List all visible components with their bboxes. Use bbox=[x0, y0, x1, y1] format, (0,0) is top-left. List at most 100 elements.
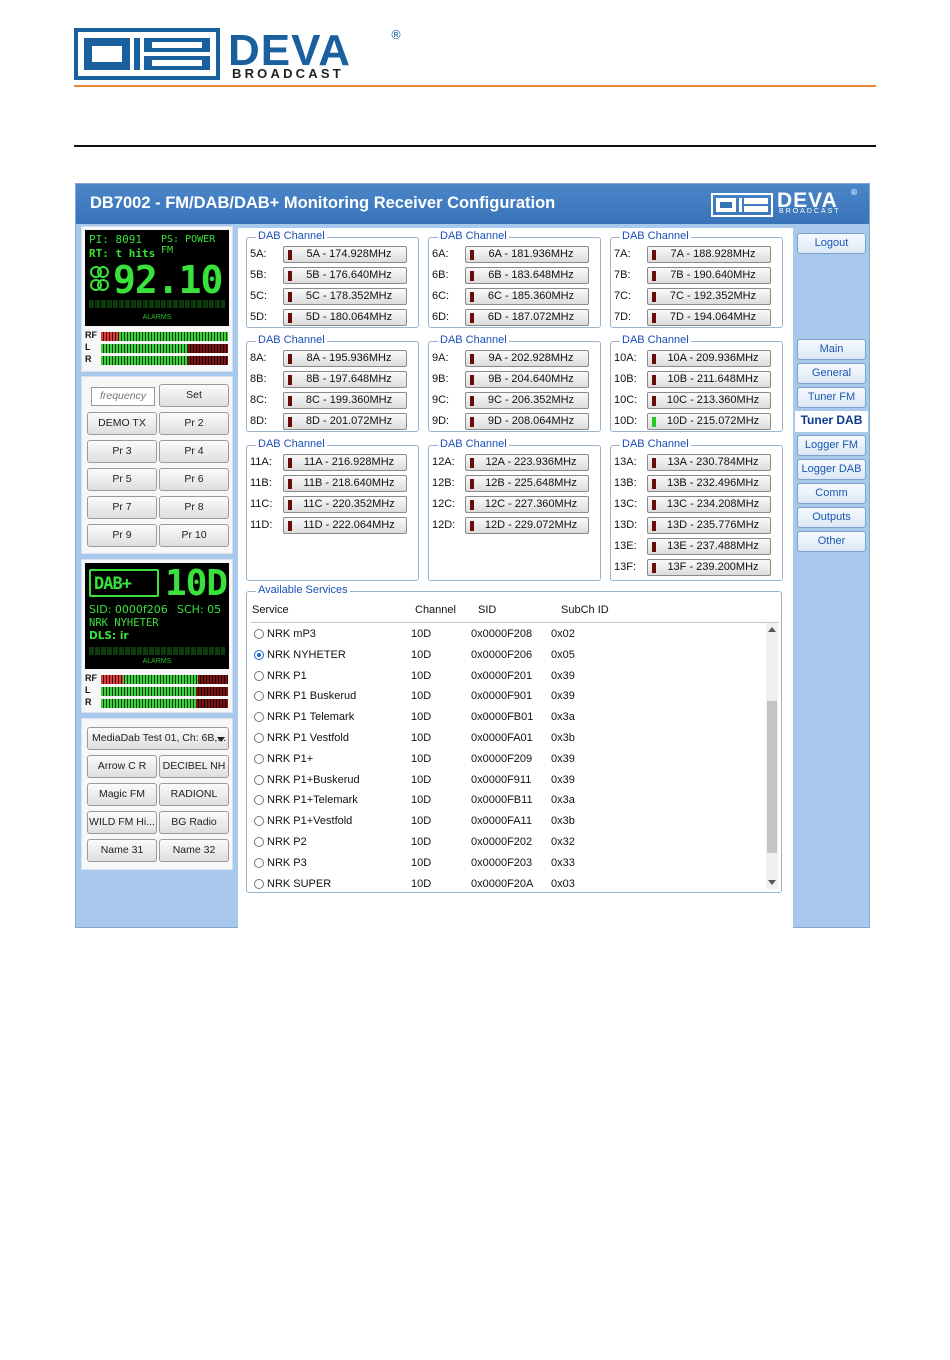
service-row[interactable]: NRK NYHETER 10D 0x0000F206 0x05 bbox=[251, 646, 766, 666]
dab-channel-button[interactable]: 13E - 237.488MHz bbox=[647, 538, 771, 555]
dab-preset-button[interactable]: WILD FM Hi... bbox=[87, 811, 157, 834]
service-radio[interactable] bbox=[254, 837, 264, 847]
service-row[interactable]: NRK P1 Vestfold 10D 0x0000FA01 0x3b bbox=[251, 729, 766, 749]
frequency-input[interactable]: frequency bbox=[91, 387, 155, 406]
dab-preset-button[interactable]: Name 31 bbox=[87, 839, 157, 862]
dab-channel-button[interactable]: 7D - 194.064MHz bbox=[647, 309, 771, 326]
dab-channel-button[interactable]: 11C - 220.352MHz bbox=[283, 496, 407, 513]
service-row[interactable]: NRK P1+Vestfold 10D 0x0000FA11 0x3b bbox=[251, 812, 766, 832]
service-row[interactable]: NRK P1 10D 0x0000F201 0x39 bbox=[251, 667, 766, 687]
dab-channel-button[interactable]: 11B - 218.640MHz bbox=[283, 475, 407, 492]
service-row[interactable]: NRK P1 Telemark 10D 0x0000FB01 0x3a bbox=[251, 708, 766, 728]
dab-channel-button[interactable]: 12D - 229.072MHz bbox=[465, 517, 589, 534]
service-row[interactable]: NRK P1+Telemark 10D 0x0000FB11 0x3a bbox=[251, 791, 766, 811]
service-row[interactable]: NRK SUPER 10D 0x0000F20A 0x03 bbox=[251, 875, 766, 890]
service-radio[interactable] bbox=[254, 629, 264, 639]
dab-channel-button[interactable]: 8B - 197.648MHz bbox=[283, 371, 407, 388]
nav-item[interactable]: Logger FM bbox=[797, 435, 866, 456]
service-radio[interactable] bbox=[254, 691, 264, 702]
fm-preset-button[interactable]: Pr 2 bbox=[159, 412, 229, 435]
service-radio[interactable] bbox=[254, 857, 264, 868]
set-frequency-button[interactable]: Set bbox=[159, 384, 229, 407]
fm-preset-button[interactable]: Pr 9 bbox=[87, 524, 157, 547]
dab-channel-button[interactable]: 7C - 192.352MHz bbox=[647, 288, 771, 305]
dab-channel-button[interactable]: 7A - 188.928MHz bbox=[647, 246, 771, 263]
service-row[interactable]: NRK P1+ 10D 0x0000F209 0x39 bbox=[251, 750, 766, 770]
service-row[interactable]: NRK P2 10D 0x0000F202 0x32 bbox=[251, 833, 766, 853]
scroll-down-icon[interactable] bbox=[768, 880, 776, 885]
service-radio[interactable] bbox=[254, 712, 264, 723]
dab-channel-button[interactable]: 11A - 216.928MHz bbox=[283, 454, 407, 471]
dab-channel-button[interactable]: 12B - 225.648MHz bbox=[465, 475, 589, 492]
dab-preset-button[interactable]: Name 32 bbox=[159, 839, 229, 862]
dab-channel-button[interactable]: 6A - 181.936MHz bbox=[465, 246, 589, 263]
nav-item[interactable]: General bbox=[797, 363, 866, 384]
nav-item[interactable]: Tuner FM bbox=[797, 387, 866, 408]
dab-channel-button[interactable]: 13B - 232.496MHz bbox=[647, 475, 771, 492]
dab-channel-button[interactable]: 10B - 211.648MHz bbox=[647, 371, 771, 388]
dab-channel-button[interactable]: 8A - 195.936MHz bbox=[283, 350, 407, 367]
dab-preset-button[interactable]: Magic FM bbox=[87, 783, 157, 806]
dab-channel-button[interactable]: 11D - 222.064MHz bbox=[283, 517, 407, 534]
fm-preset-button[interactable]: Pr 3 bbox=[87, 440, 157, 463]
service-radio[interactable] bbox=[254, 670, 264, 681]
dab-channel-button[interactable]: 7B - 190.640MHz bbox=[647, 267, 771, 284]
dab-channel-button[interactable]: 5A - 174.928MHz bbox=[283, 246, 407, 263]
service-row[interactable]: NRK mP3 10D 0x0000F208 0x02 bbox=[251, 625, 766, 645]
dab-channel-button[interactable]: 13A - 230.784MHz bbox=[647, 454, 771, 471]
service-radio[interactable] bbox=[254, 774, 264, 785]
dab-preset-button[interactable]: DECIBEL NH bbox=[159, 755, 229, 778]
fm-preset-button[interactable]: Pr 10 bbox=[159, 524, 229, 547]
nav-item[interactable]: Tuner DAB bbox=[795, 411, 868, 432]
service-row[interactable]: NRK P3 10D 0x0000F203 0x33 bbox=[251, 854, 766, 874]
dab-channel-button[interactable]: 5B - 176.640MHz bbox=[283, 267, 407, 284]
dab-channel-button[interactable]: 10A - 209.936MHz bbox=[647, 350, 771, 367]
nav-item[interactable]: Other bbox=[797, 531, 866, 552]
dab-channel-button[interactable]: 9D - 208.064MHz bbox=[465, 413, 589, 430]
scroll-up-icon[interactable] bbox=[768, 627, 776, 632]
logout-button[interactable]: Logout bbox=[797, 233, 866, 254]
nav-item[interactable]: Main bbox=[797, 339, 866, 360]
dab-ensemble-select[interactable]: MediaDab Test 01, Ch: 6B,... bbox=[87, 727, 229, 750]
fm-preset-button[interactable]: Pr 6 bbox=[159, 468, 229, 491]
dab-channel-button[interactable]: 8D - 201.072MHz bbox=[283, 413, 407, 430]
dab-channel-button[interactable]: 5C - 178.352MHz bbox=[283, 288, 407, 305]
services-list[interactable]: NRK mP3 10D 0x0000F208 0x02 NRK NYHETER 10D 0x… bbox=[251, 622, 779, 890]
dab-channel-button[interactable]: 5D - 180.064MHz bbox=[283, 309, 407, 326]
service-radio[interactable] bbox=[254, 753, 264, 764]
dab-channel-button[interactable]: 10C - 213.360MHz bbox=[647, 392, 771, 409]
fm-preset-button[interactable]: Pr 8 bbox=[159, 496, 229, 519]
fm-preset-button[interactable]: Pr 4 bbox=[159, 440, 229, 463]
scroll-thumb[interactable] bbox=[767, 701, 777, 853]
dab-preset-button[interactable]: Arrow C R bbox=[87, 755, 157, 778]
service-radio[interactable] bbox=[254, 795, 264, 806]
nav-item[interactable]: Logger DAB bbox=[797, 459, 866, 480]
dab-channel-button[interactable]: 8C - 199.360MHz bbox=[283, 392, 407, 409]
service-radio[interactable] bbox=[254, 733, 264, 743]
dab-channel-button[interactable]: 6B - 183.648MHz bbox=[465, 267, 589, 284]
nav-item[interactable]: Outputs bbox=[797, 507, 866, 528]
dab-preset-button[interactable]: BG Radio bbox=[159, 811, 229, 834]
services-scrollbar[interactable] bbox=[766, 623, 778, 889]
dab-channel-button[interactable]: 6C - 185.360MHz bbox=[465, 288, 589, 305]
dab-channel-button[interactable]: 13C - 234.208MHz bbox=[647, 496, 771, 513]
service-row[interactable]: NRK P1+Buskerud 10D 0x0000F911 0x39 bbox=[251, 771, 766, 791]
service-radio[interactable] bbox=[254, 878, 264, 889]
dab-channel-button[interactable]: 6D - 187.072MHz bbox=[465, 309, 589, 326]
dab-channel-button[interactable]: 13F - 239.200MHz bbox=[647, 559, 771, 576]
dab-channel-button[interactable]: 12A - 223.936MHz bbox=[465, 454, 589, 471]
service-row[interactable]: NRK P1 Buskerud 10D 0x0000F901 0x39 bbox=[251, 687, 766, 707]
fm-preset-button[interactable]: Pr 5 bbox=[87, 468, 157, 491]
dab-channel-button[interactable]: 13D - 235.776MHz bbox=[647, 517, 771, 534]
dab-channel-button[interactable]: 9B - 204.640MHz bbox=[465, 371, 589, 388]
dab-channel-button[interactable]: 9A - 202.928MHz bbox=[465, 350, 589, 367]
service-radio[interactable] bbox=[254, 649, 264, 660]
service-radio[interactable] bbox=[254, 816, 264, 827]
dab-channel-button[interactable]: 10D - 215.072MHz bbox=[647, 413, 771, 430]
dab-channel-button[interactable]: 9C - 206.352MHz bbox=[465, 392, 589, 409]
fm-preset-button[interactable]: Pr 7 bbox=[87, 496, 157, 519]
nav-item[interactable]: Comm bbox=[797, 483, 866, 504]
dab-preset-button[interactable]: RADIONL bbox=[159, 783, 229, 806]
dab-channel-button[interactable]: 12C - 227.360MHz bbox=[465, 496, 589, 513]
fm-preset-button[interactable]: DEMO TX bbox=[87, 412, 157, 435]
